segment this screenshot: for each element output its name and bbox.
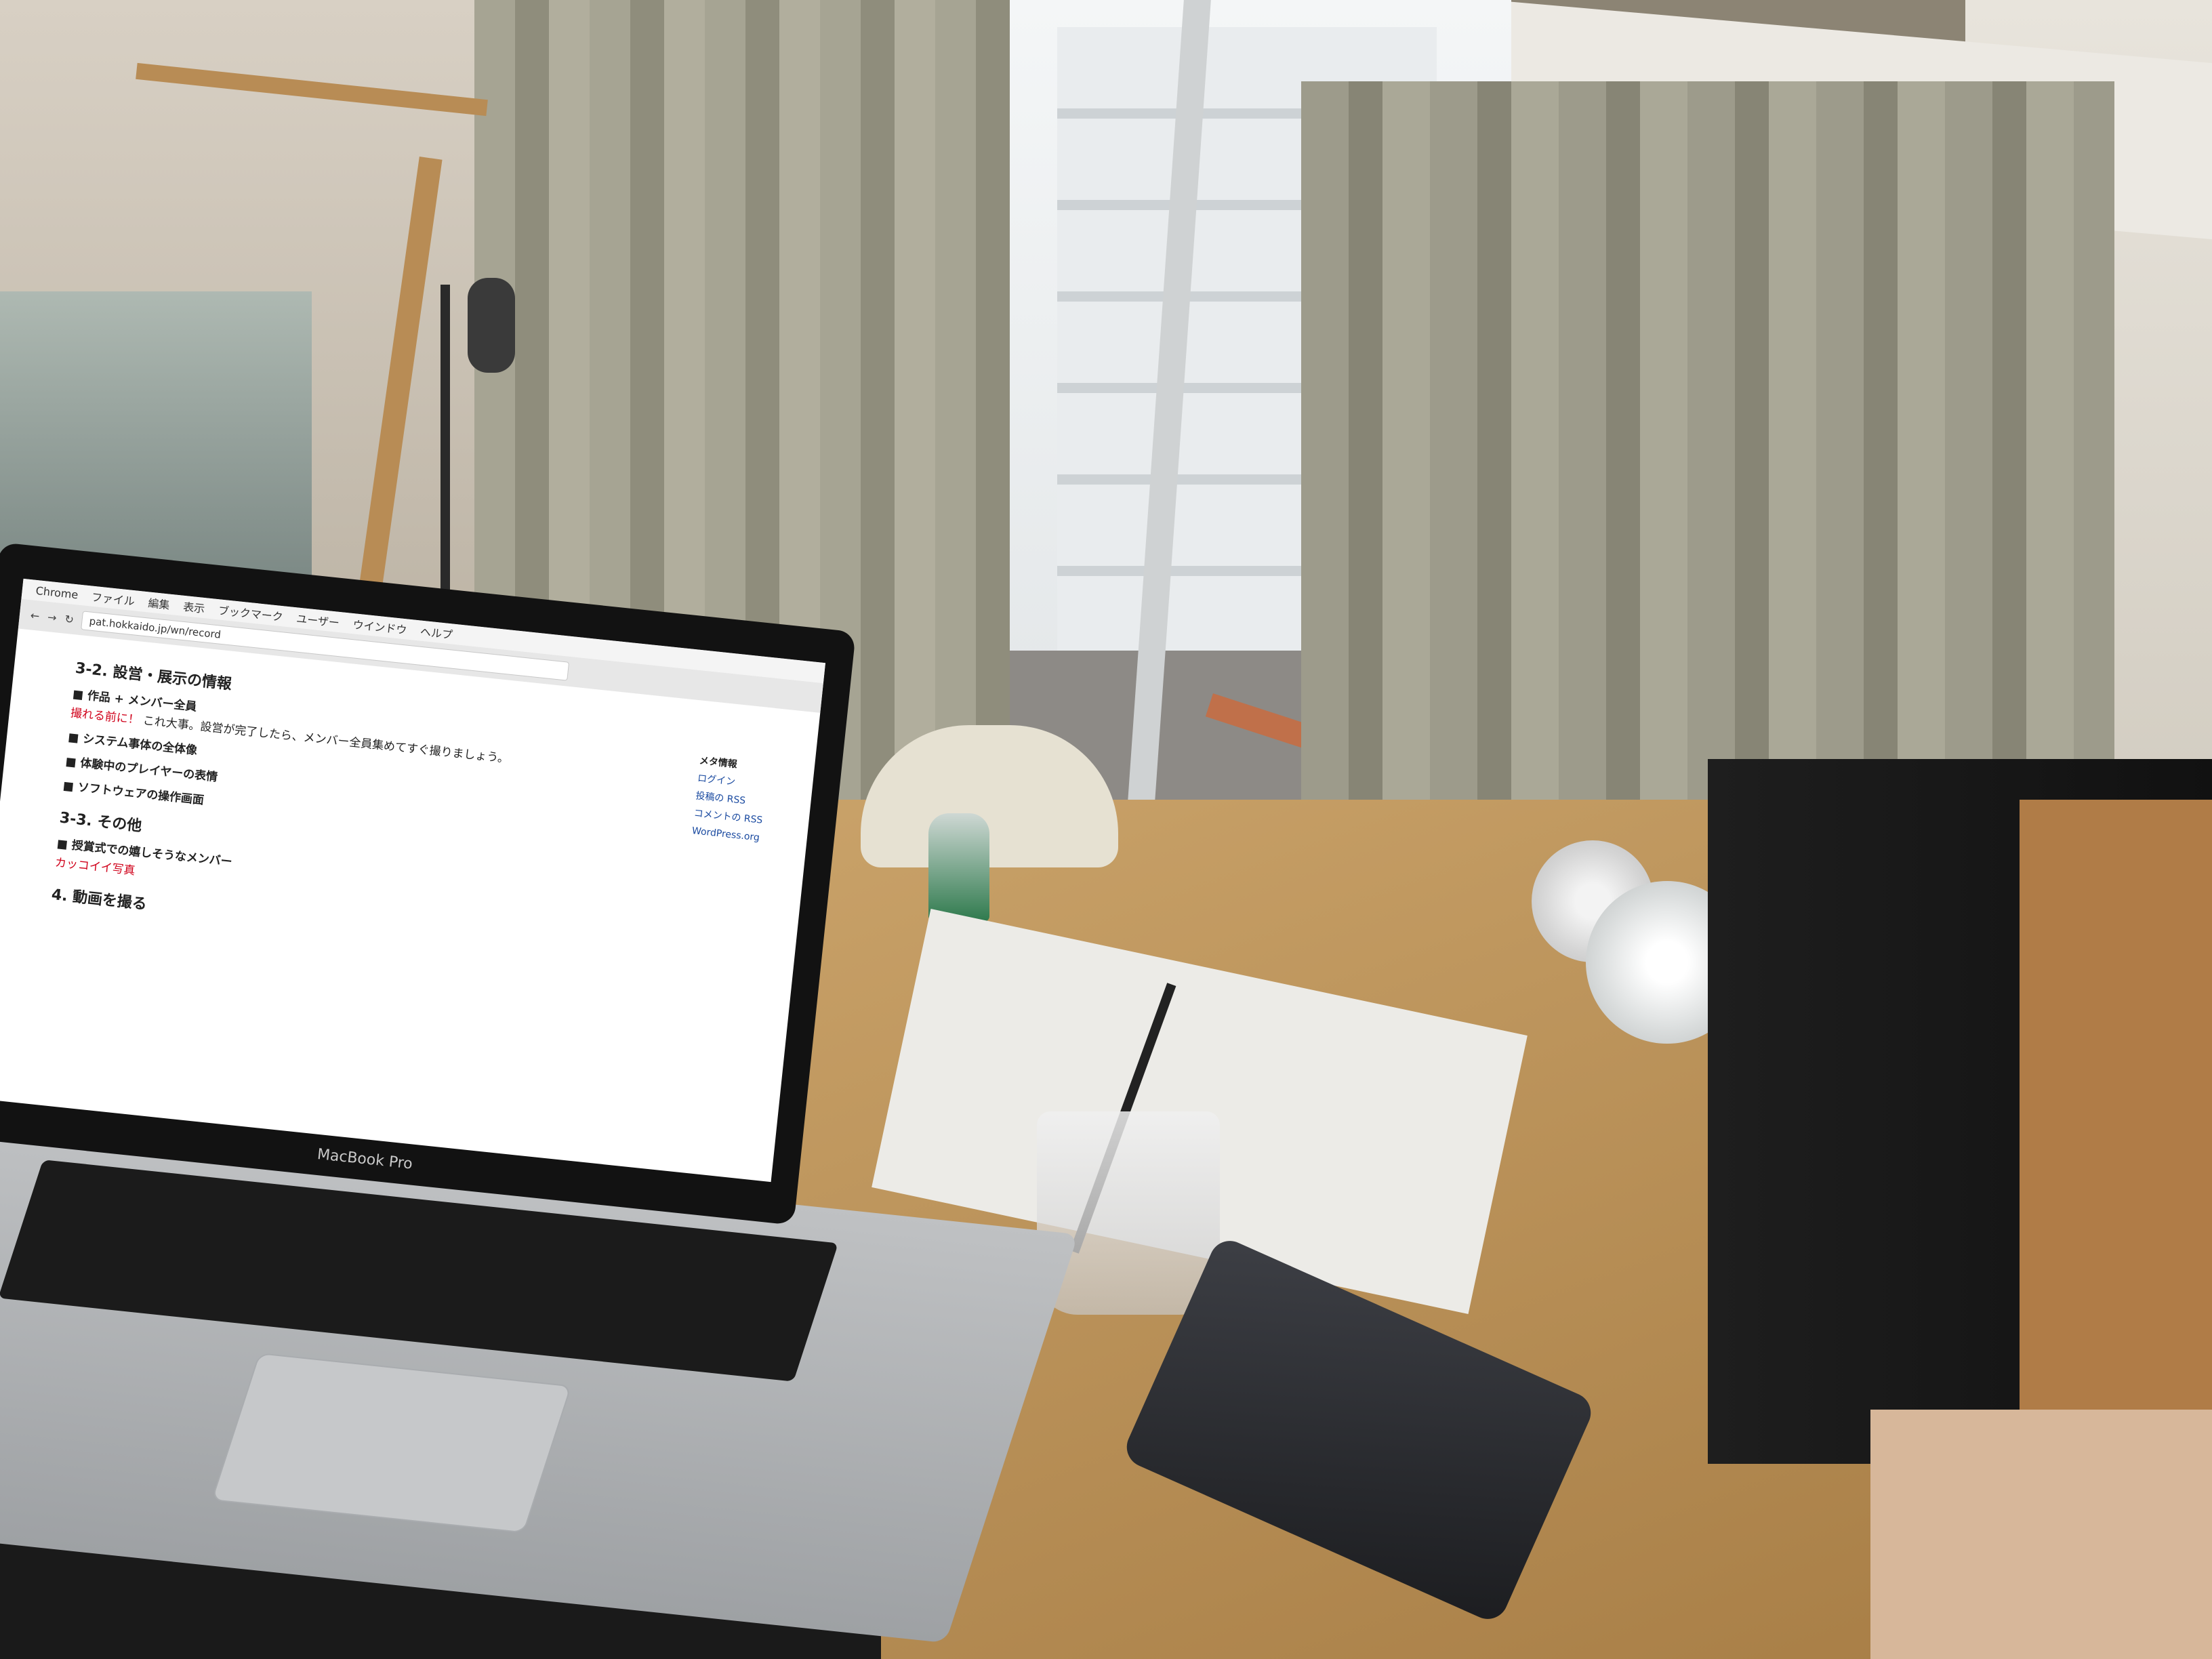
back-icon[interactable]: ← bbox=[30, 609, 40, 622]
forward-icon[interactable]: → bbox=[47, 611, 57, 624]
laptop-display: Chrome ファイル 編集 表示 ブックマーク ユーザー ウインドウ ヘルプ … bbox=[0, 542, 857, 1225]
menu-users[interactable]: ユーザー bbox=[295, 609, 340, 630]
photo-scene: steinberg Chrome ファイル 編集 表示 ブックマーク ユーザー … bbox=[0, 0, 2212, 1659]
mic-stand bbox=[441, 285, 450, 637]
macbook-label: MacBook Pro bbox=[316, 1145, 413, 1173]
reload-icon[interactable]: ↻ bbox=[64, 612, 75, 626]
item1-red: 撮れる前に！ bbox=[70, 706, 140, 727]
menu-chrome[interactable]: Chrome bbox=[35, 583, 79, 600]
trackpad[interactable] bbox=[211, 1353, 572, 1534]
speaker-side bbox=[2020, 800, 2212, 1477]
side-meta: メタ情報 ログイン 投稿の RSS コメントの RSS WordPress.or… bbox=[691, 752, 795, 850]
menu-file[interactable]: ファイル bbox=[91, 588, 136, 609]
microphone bbox=[468, 278, 515, 373]
paper-bag bbox=[1870, 1410, 2212, 1659]
menu-view[interactable]: 表示 bbox=[182, 598, 205, 616]
shelf-items bbox=[0, 291, 312, 576]
menu-help[interactable]: ヘルプ bbox=[419, 623, 453, 642]
bottle bbox=[928, 813, 989, 922]
plastic-cup bbox=[1037, 1111, 1220, 1315]
menu-edit[interactable]: 編集 bbox=[147, 594, 171, 612]
laptop-screen: Chrome ファイル 編集 表示 ブックマーク ユーザー ウインドウ ヘルプ … bbox=[0, 578, 826, 1183]
